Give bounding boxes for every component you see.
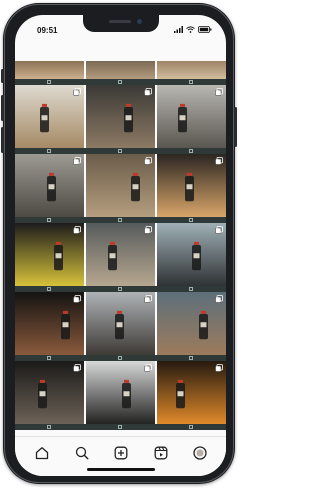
grid-post[interactable] <box>157 292 226 355</box>
carousel-icon <box>73 157 81 165</box>
carousel-icon <box>73 226 81 234</box>
volume-up-button <box>1 95 4 121</box>
carousel-icon <box>144 157 152 165</box>
grid-post[interactable] <box>15 223 84 286</box>
signal-icon <box>174 26 183 33</box>
wifi-icon <box>186 26 195 33</box>
grid-post[interactable] <box>15 292 84 355</box>
grid-post[interactable] <box>15 85 84 148</box>
grid-post[interactable] <box>86 292 155 355</box>
carousel-icon <box>215 157 223 165</box>
grid-row-divider <box>15 424 226 430</box>
carousel-icon <box>215 295 223 303</box>
grid-post[interactable] <box>86 61 155 79</box>
grid-post[interactable] <box>86 361 155 424</box>
battery-icon <box>198 26 212 33</box>
status-time: 09:51 <box>37 26 58 35</box>
carousel-icon <box>144 295 152 303</box>
carousel-icon <box>215 88 223 96</box>
grid-post[interactable] <box>157 154 226 217</box>
grid-post[interactable] <box>157 223 226 286</box>
carousel-icon <box>73 295 81 303</box>
carousel-icon <box>144 364 152 372</box>
home-icon[interactable] <box>34 445 50 461</box>
grid-post[interactable] <box>15 61 84 79</box>
notch <box>83 15 159 32</box>
volume-down-button <box>1 127 4 153</box>
carousel-icon <box>144 226 152 234</box>
mute-switch <box>1 69 4 83</box>
grid-post[interactable] <box>15 154 84 217</box>
carousel-icon <box>144 88 152 96</box>
carousel-icon <box>215 226 223 234</box>
carousel-icon <box>73 88 81 96</box>
phone-frame: 09:51 <box>1 3 237 484</box>
grid-post[interactable] <box>157 85 226 148</box>
power-button <box>234 107 237 147</box>
grid-post[interactable] <box>15 361 84 424</box>
add-post-icon[interactable] <box>113 445 129 461</box>
carousel-icon <box>73 364 81 372</box>
profile-icon[interactable] <box>192 445 208 461</box>
grid-post[interactable] <box>157 61 226 79</box>
grid-post[interactable] <box>157 361 226 424</box>
grid-post[interactable] <box>86 85 155 148</box>
carousel-icon <box>215 364 223 372</box>
search-icon[interactable] <box>74 445 90 461</box>
grid-post[interactable] <box>86 154 155 217</box>
screen: 09:51 <box>15 15 226 476</box>
home-indicator <box>87 468 155 471</box>
grid-post[interactable] <box>86 223 155 286</box>
reels-icon[interactable] <box>153 445 169 461</box>
